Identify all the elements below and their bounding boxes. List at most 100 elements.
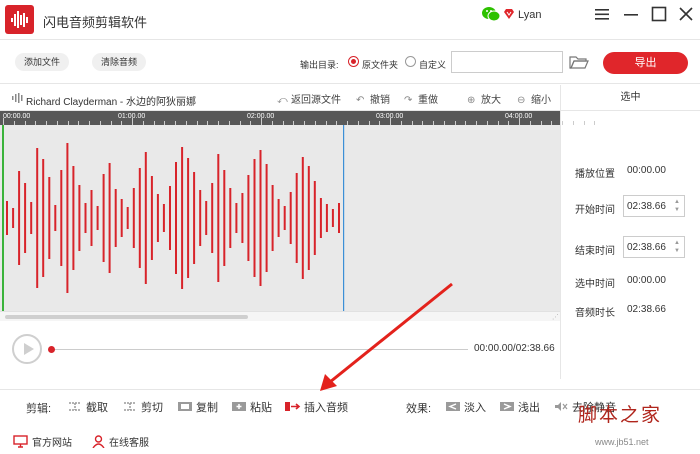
waveform-bar: [48, 177, 51, 259]
copy-icon: [178, 402, 192, 411]
ruler-tick: [583, 121, 585, 125]
undo-label: 撤销: [370, 95, 390, 106]
trim-button[interactable]: 剪切: [122, 399, 163, 415]
redo-label: 重做: [418, 95, 438, 106]
paste-button[interactable]: 粘贴: [231, 399, 272, 415]
paste-label: 粘贴: [250, 402, 272, 414]
waveform-area[interactable]: [0, 125, 560, 311]
waveform-bar: [169, 186, 171, 250]
waveform-bar: [132, 188, 135, 248]
waveform-bar: [211, 183, 214, 253]
minimize-icon[interactable]: [622, 5, 640, 23]
copy-button[interactable]: 复制: [177, 399, 218, 415]
waveform-bar: [229, 188, 232, 248]
start-time-label: 开始时间: [575, 205, 615, 216]
trim-icon: [124, 402, 136, 411]
title-bar: 闪电音频剪辑软件 Lyan: [0, 0, 700, 40]
watermark-logo: 脚本之家: [578, 404, 663, 426]
wechat-icon[interactable]: [482, 6, 500, 22]
waveform-bar: [307, 166, 310, 270]
fade-out-button[interactable]: 浅出: [499, 399, 540, 415]
start-time-input[interactable]: 02:38.66 ▲ ▼: [623, 195, 685, 217]
progress-handle[interactable]: [48, 346, 55, 353]
end-time-spinner-icon[interactable]: ▲ ▼: [672, 239, 682, 255]
waveform-bar: [265, 164, 268, 272]
progress-track[interactable]: [50, 349, 468, 350]
waveform-bar: [181, 147, 184, 289]
waveform-bar: [36, 148, 39, 288]
start-marker[interactable]: [2, 125, 4, 311]
waveform-bar: [162, 204, 165, 232]
play-button[interactable]: [12, 334, 42, 364]
menu-icon[interactable]: [593, 5, 611, 23]
insert-audio-label: 插入音频: [304, 402, 348, 414]
edit-label: 剪辑:: [26, 403, 52, 415]
vip-badge-icon: [504, 9, 514, 19]
waveform-bar: [277, 199, 280, 237]
fade-in-button[interactable]: 淡入: [445, 399, 486, 415]
waveform-bar: [42, 159, 45, 277]
undo-button[interactable]: ↶ 撤销: [356, 91, 390, 106]
username[interactable]: Lyan: [518, 9, 541, 21]
clear-audio-button[interactable]: 清除音频: [92, 53, 147, 71]
maximize-icon[interactable]: [650, 5, 668, 23]
cut-label: 截取: [86, 402, 108, 414]
ruler-tick: [132, 118, 133, 125]
waveform-bar: [235, 203, 238, 233]
monitor-icon: [13, 435, 28, 448]
timeline-ruler[interactable]: 00:00.00 01:00.00 02:00.00 03:00.00 04:0…: [0, 111, 596, 125]
selection-cursor[interactable]: [343, 125, 345, 311]
restore-source-label: 返回源文件: [291, 95, 341, 106]
cut-icon: [69, 402, 81, 411]
return-icon: ⤺: [277, 95, 288, 106]
add-file-button[interactable]: 添加文件: [15, 53, 70, 71]
ruler-tick: [3, 118, 4, 125]
fade-in-icon: [446, 402, 460, 411]
waveform-bar: [114, 189, 117, 247]
zoom-out-button[interactable]: ⊖ 缩小: [517, 91, 551, 106]
app-title: 闪电音频剪辑软件: [43, 15, 148, 30]
official-website-label: 官方网站: [32, 438, 72, 449]
undo-icon: ↶: [356, 95, 365, 106]
insert-audio-button[interactable]: 插入音频: [285, 399, 348, 415]
ruler-tick: [572, 121, 574, 125]
output-dir-label: 输出目录:: [300, 60, 339, 70]
play-position-value: 00:00.00: [627, 165, 666, 176]
custom-folder-label: 自定义: [419, 60, 447, 70]
waveform-bar: [66, 143, 69, 293]
ruler-tick: [562, 121, 563, 125]
waveform-bar: [30, 202, 33, 234]
scrollbar-thumb[interactable]: [5, 315, 248, 319]
mute-icon: [555, 402, 568, 411]
restore-source-button[interactable]: ⤺ 返回源文件: [277, 91, 341, 106]
waveform-bar: [259, 150, 262, 286]
end-time-input[interactable]: 02:38.66 ▲ ▼: [623, 236, 685, 258]
playback-bar: 00:00.00/02:38.66: [0, 321, 560, 379]
waveform-bar: [90, 190, 93, 246]
folder-icon[interactable]: [569, 55, 589, 69]
app-logo: [5, 5, 34, 34]
waveform-bar: [12, 208, 15, 228]
online-support-link[interactable]: 在线客服: [92, 434, 149, 449]
source-folder-radio[interactable]: [348, 56, 359, 67]
cut-button[interactable]: 截取: [67, 399, 108, 415]
ruler-tick: [261, 118, 262, 125]
output-path-input[interactable]: [451, 51, 563, 73]
waveform-bar: [313, 181, 316, 255]
duration-value: 02:38.66: [627, 304, 666, 315]
track-header: Richard Clayderman - 水边的阿狄丽娜 ⤺ 返回源文件 ↶ 撤销 …: [0, 85, 560, 111]
custom-folder-radio[interactable]: [405, 56, 416, 67]
waveform-bar: [18, 171, 21, 265]
selected-time-label: 选中时间: [575, 279, 615, 290]
resize-grip-icon[interactable]: ⋰: [552, 313, 559, 321]
end-time-value: 02:38.66: [627, 242, 666, 253]
zoom-in-button[interactable]: ⊕ 放大: [467, 91, 501, 106]
ruler-tick: [390, 118, 391, 125]
close-icon[interactable]: [677, 5, 695, 23]
horizontal-scrollbar[interactable]: [0, 311, 560, 321]
redo-button[interactable]: ↷ 重做: [404, 91, 438, 106]
paste-icon: [232, 402, 246, 411]
export-button[interactable]: 导出: [603, 52, 688, 74]
start-time-spinner-icon[interactable]: ▲ ▼: [672, 198, 682, 214]
official-website-link[interactable]: 官方网站: [13, 434, 72, 449]
